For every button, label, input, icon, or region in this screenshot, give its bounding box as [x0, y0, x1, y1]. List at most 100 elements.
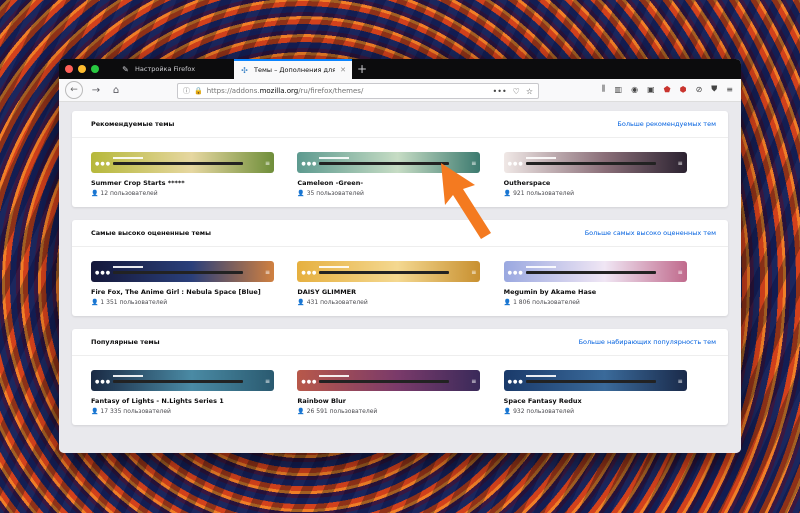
window-dots-icon: ●●●	[507, 161, 524, 167]
new-tab-button[interactable]: +	[357, 62, 367, 76]
theme-preview[interactable]: ●●● ≡	[297, 370, 481, 391]
url-bar[interactable]: ⓘ 🔒 https://addons.mozilla.org/ru/firefo…	[177, 83, 539, 99]
theme-list: ●●● ≡ Fantasy of Lights - N.Lights Serie…	[72, 356, 728, 425]
preview-tab-bar	[525, 266, 556, 268]
ublock-icon[interactable]: ⬟	[664, 85, 671, 94]
preview-tab-bar	[113, 266, 143, 268]
user-icon: 👤	[503, 299, 512, 306]
theme-preview[interactable]: ●●● ≡	[503, 152, 687, 173]
preview-tab-bar	[319, 266, 350, 268]
orange-arrow-annotation	[441, 163, 491, 239]
preview-tab-bar	[525, 375, 556, 377]
theme-preview[interactable]: ●●● ≡	[91, 370, 274, 391]
back-button[interactable]: ←	[65, 81, 83, 99]
bookmark-star-icon[interactable]: ☆	[526, 87, 533, 96]
theme-card[interactable]: ●●● ≡ Outherspace 👤 921 пользователей	[503, 152, 710, 197]
navigation-bar: ← → ⌂ ⓘ 🔒 https://addons.mozilla.org/ru/…	[59, 79, 741, 102]
preview-url-bar	[319, 162, 450, 165]
preview-menu-icon: ≡	[264, 269, 270, 276]
user-icon: 👤	[297, 299, 305, 306]
info-icon[interactable]: ⓘ	[183, 86, 190, 96]
section-more-link[interactable]: Больше самых высоко оцененных тем	[585, 229, 716, 237]
tab-label: Настройка Firefox	[135, 65, 196, 73]
close-window-button[interactable]	[65, 65, 73, 73]
preview-menu-icon: ≡	[677, 269, 683, 276]
blocked-icon[interactable]: ⊘	[696, 85, 703, 94]
theme-user-count: 👤 1 806 пользователей	[503, 299, 580, 306]
puzzle-icon: ✣	[241, 65, 248, 75]
preview-menu-icon: ≡	[677, 160, 683, 167]
theme-preview[interactable]: ●●● ≡	[91, 261, 274, 282]
theme-preview[interactable]: ●●● ≡	[503, 370, 687, 391]
user-icon: 👤	[297, 190, 305, 197]
minimize-window-button[interactable]	[78, 65, 86, 73]
user-icon: 👤	[503, 408, 512, 415]
user-icon: 👤	[91, 408, 99, 415]
forward-button[interactable]: →	[89, 85, 103, 96]
preview-url-bar	[525, 162, 656, 165]
theme-name[interactable]: Fire Fox, The Anime Girl : Nebula Space …	[91, 288, 297, 296]
preview-url-bar	[525, 271, 656, 274]
browser-window: ✎ Настройка Firefox ✣ Темы – Дополнения …	[59, 59, 741, 453]
preview-url-bar	[319, 271, 450, 274]
theme-name[interactable]: Space Fantasy Redux	[504, 397, 710, 405]
theme-user-count: 👤 26 591 пользователей	[297, 408, 378, 415]
section-more-link[interactable]: Больше набирающих популярность тем	[579, 338, 716, 346]
theme-user-count: 👤 431 пользователей	[297, 299, 368, 306]
url-text: https://addons.mozilla.org/ru/firefox/th…	[206, 87, 364, 95]
reader-icon[interactable]: ◉	[631, 85, 638, 94]
theme-user-count: 👤 932 пользователей	[503, 408, 575, 415]
section-more-link[interactable]: Больше рекомендуемых тем	[617, 120, 716, 128]
theme-preview[interactable]: ●●● ≡	[297, 261, 481, 282]
toolbar-icons: ⫼ ▥ ◉ ▣ ⬟ ⬢ ⊘ ⛊ ≡	[602, 84, 733, 94]
theme-card[interactable]: ●●● ≡ Fantasy of Lights - N.Lights Serie…	[91, 370, 297, 415]
theme-user-count: 👤 17 335 пользователей	[91, 408, 171, 415]
shield-icon[interactable]: ⛊	[711, 84, 717, 94]
theme-preview[interactable]: ●●● ≡	[503, 261, 687, 282]
theme-user-count: 👤 1 351 пользователей	[91, 299, 168, 306]
window-dots-icon: ●●●	[507, 270, 524, 276]
preview-menu-icon: ≡	[471, 378, 477, 385]
theme-card[interactable]: ●●● ≡ Space Fantasy Redux 👤 932 пользова…	[503, 370, 710, 415]
maximize-window-button[interactable]	[91, 65, 99, 73]
window-dots-icon: ●●●	[95, 161, 112, 167]
tab-settings[interactable]: ✎ Настройка Firefox	[115, 59, 233, 79]
abp-icon[interactable]: ⬢	[680, 85, 687, 94]
theme-name[interactable]: Summer Crop Starts *****	[91, 179, 297, 187]
library-icon[interactable]: ⫼	[602, 84, 606, 94]
section-header: Рекомендуемые темы Больше рекомендуемых …	[72, 111, 728, 138]
close-tab-icon[interactable]: ✕	[340, 66, 346, 74]
screenshot-icon[interactable]: ▣	[647, 85, 655, 94]
preview-tab-bar	[113, 157, 143, 159]
preview-url-bar	[319, 380, 450, 383]
sidebar-icon[interactable]: ▥	[615, 85, 623, 94]
theme-name[interactable]: DAISY GLIMMER	[297, 288, 503, 296]
theme-name[interactable]: Megumin by Akame Hase	[504, 288, 710, 296]
theme-preview[interactable]: ●●● ≡	[91, 152, 274, 173]
section-header: Самые высоко оцененные темы Больше самых…	[72, 220, 728, 247]
user-icon: 👤	[503, 190, 512, 197]
theme-name[interactable]: Outherspace	[504, 179, 710, 187]
section-title: Рекомендуемые темы	[91, 120, 175, 128]
theme-card[interactable]: ●●● ≡ Megumin by Akame Hase 👤 1 806 поль…	[503, 261, 710, 306]
pocket-icon[interactable]: ♡	[513, 87, 520, 96]
preview-menu-icon: ≡	[471, 269, 477, 276]
theme-user-count: 👤 921 пользователей	[503, 190, 575, 197]
lock-icon[interactable]: 🔒	[194, 87, 203, 95]
window-dots-icon: ●●●	[301, 379, 318, 385]
tab-themes[interactable]: ✣ Темы – Дополнения для Firefox ✕	[234, 59, 352, 79]
theme-card[interactable]: ●●● ≡ Rainbow Blur 👤 26 591 пользователе…	[297, 370, 503, 415]
theme-name[interactable]: Rainbow Blur	[297, 397, 503, 405]
theme-name[interactable]: Fantasy of Lights - N.Lights Series 1	[91, 397, 297, 405]
theme-card[interactable]: ●●● ≡ Summer Crop Starts ***** 👤 12 поль…	[91, 152, 297, 197]
theme-card[interactable]: ●●● ≡ Fire Fox, The Anime Girl : Nebula …	[91, 261, 297, 306]
theme-card[interactable]: ●●● ≡ DAISY GLIMMER 👤 431 пользователей	[297, 261, 503, 306]
section-title: Популярные темы	[91, 338, 160, 346]
menu-icon[interactable]: ≡	[726, 85, 733, 94]
window-dots-icon: ●●●	[301, 161, 318, 167]
page-actions-icon[interactable]: •••	[493, 87, 507, 96]
user-icon: 👤	[91, 190, 99, 197]
tab-label: Темы – Дополнения для Firefox	[254, 66, 336, 74]
home-button[interactable]: ⌂	[109, 85, 123, 96]
preview-tab-bar	[525, 157, 556, 159]
